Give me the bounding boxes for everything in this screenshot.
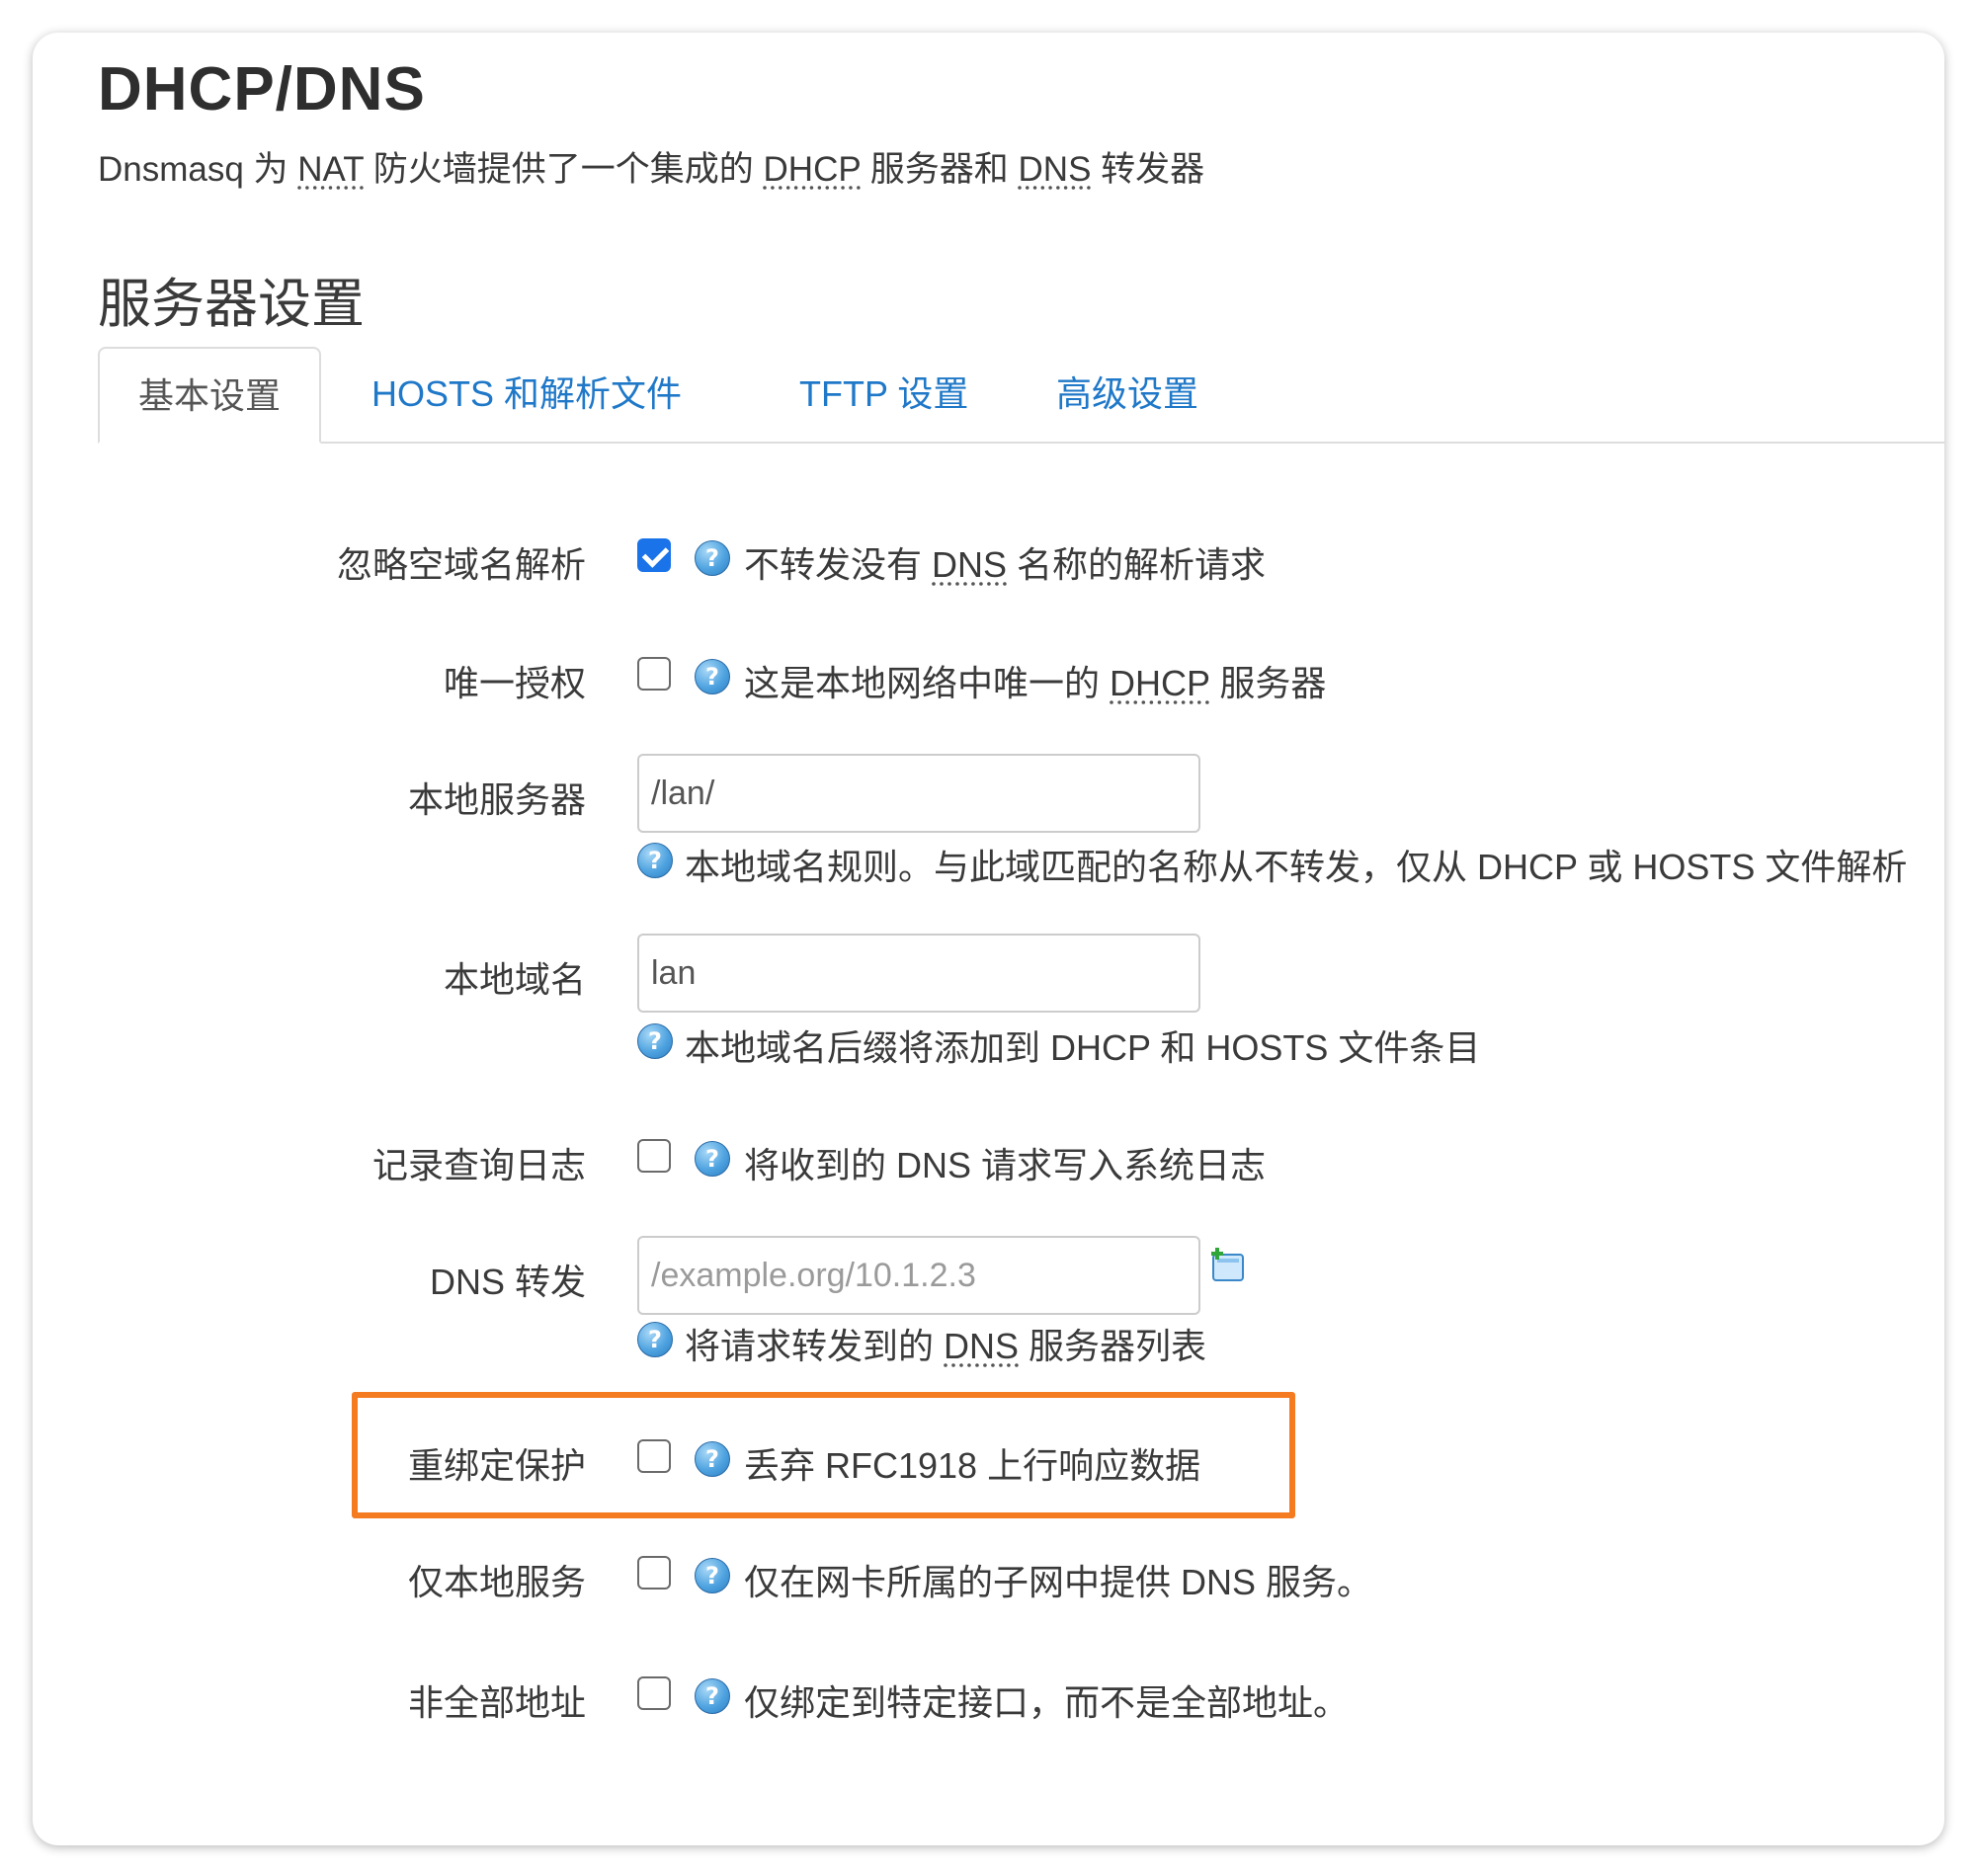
domain-needed-help: 不转发没有 DNS 名称的解析请求 xyxy=(744,536,1266,588)
help-question-icon: ? xyxy=(637,843,673,878)
dns-forwarding-input[interactable]: /example.org/10.1.2.3 xyxy=(637,1236,1200,1315)
abbr-dhcp: DHCP xyxy=(763,150,862,189)
add-entry-icon[interactable] xyxy=(1208,1246,1248,1285)
rebind-protection-help: 丢弃 RFC1918 上行响应数据 xyxy=(744,1445,1201,1486)
help-text-part: 服务器 xyxy=(1209,663,1327,703)
label-log-queries: 记录查询日志 xyxy=(371,1145,586,1185)
label-authoritative: 唯一授权 xyxy=(443,663,586,703)
tab-tftp-settings[interactable]: TFTP 设置 xyxy=(799,347,968,442)
help-question-icon: ? xyxy=(695,540,730,576)
log-queries-help: 将收到的 DNS 请求写入系统日志 xyxy=(744,1145,1267,1185)
help-text-part: 这是本地网络中唯一的 xyxy=(744,663,1111,703)
desc-text: Dnsmasq 为 xyxy=(98,150,298,189)
desc-text: 服务器和 xyxy=(861,150,1019,189)
help-question-icon: ? xyxy=(695,1678,730,1714)
local-server-help: 本地域名规则。与此域匹配的名称从不转发，仅从 DHCP 或 HOSTS 文件解析 xyxy=(685,847,1908,887)
abbr-nat: NAT xyxy=(297,150,365,189)
tab-advanced-settings[interactable]: 高级设置 xyxy=(1056,347,1198,442)
abbr-dns: DNS xyxy=(932,544,1008,585)
abbr-dns: DNS xyxy=(1018,150,1092,189)
tab-hosts-resolv-files[interactable]: HOSTS 和解析文件 xyxy=(371,347,682,442)
page-title: DHCP/DNS xyxy=(98,55,426,123)
page-description: Dnsmasq 为 NAT 防火墙提供了一个集成的 DHCP 服务器和 DNS … xyxy=(98,141,1204,192)
authoritative-help: 这是本地网络中唯一的 DHCP 服务器 xyxy=(744,655,1326,706)
label-local-service: 仅本地服务 xyxy=(407,1562,586,1602)
label-dns-forwarding: DNS 转发 xyxy=(429,1262,586,1302)
abbr-dns: DNS xyxy=(944,1326,1020,1366)
local-server-input[interactable]: /lan/ xyxy=(637,754,1200,833)
help-text-part: 将请求转发到的 xyxy=(685,1326,945,1366)
dns-forwarding-help: 将请求转发到的 DNS 服务器列表 xyxy=(685,1318,1206,1369)
help-question-icon: ? xyxy=(695,659,730,694)
tab-basic-settings[interactable]: 基本设置 xyxy=(98,347,321,444)
abbr-dhcp: DHCP xyxy=(1110,663,1210,703)
help-question-icon: ? xyxy=(695,1558,730,1593)
local-service-help: 仅在网卡所属的子网中提供 DNS 服务。 xyxy=(744,1562,1373,1602)
desc-text: 防火墙提供了一个集成的 xyxy=(364,150,764,189)
local-domain-input[interactable]: lan xyxy=(637,934,1200,1013)
help-question-icon: ? xyxy=(695,1441,730,1477)
help-text-part: 服务器列表 xyxy=(1019,1326,1207,1366)
tab-bar: 基本设置 HOSTS 和解析文件 TFTP 设置 高级设置 xyxy=(98,347,1944,444)
label-non-wildcard: 非全部地址 xyxy=(407,1682,586,1723)
help-text-part: 名称的解析请求 xyxy=(1007,544,1267,585)
non-wildcard-help: 仅绑定到特定接口，而不是全部地址。 xyxy=(744,1682,1350,1723)
local-domain-help: 本地域名后缀将添加到 DHCP 和 HOSTS 文件条目 xyxy=(685,1027,1481,1068)
domain-needed-checkbox[interactable] xyxy=(637,538,671,572)
local-service-checkbox[interactable] xyxy=(637,1556,671,1590)
label-local-domain: 本地域名 xyxy=(443,959,586,1000)
label-domain-needed: 忽略空域名解析 xyxy=(336,544,586,585)
desc-text: 转发器 xyxy=(1091,150,1205,189)
log-queries-checkbox[interactable] xyxy=(637,1139,671,1173)
rebind-protection-checkbox[interactable] xyxy=(637,1439,671,1473)
help-text-part: 不转发没有 xyxy=(744,544,933,585)
settings-card: DHCP/DNS Dnsmasq 为 NAT 防火墙提供了一个集成的 DHCP … xyxy=(33,33,1944,1845)
label-rebind-protection: 重绑定保护 xyxy=(407,1445,586,1486)
help-question-icon: ? xyxy=(637,1322,673,1357)
help-question-icon: ? xyxy=(637,1023,673,1059)
section-title: 服务器设置 xyxy=(98,275,365,334)
label-local-server: 本地服务器 xyxy=(407,779,586,820)
non-wildcard-checkbox[interactable] xyxy=(637,1676,671,1710)
help-question-icon: ? xyxy=(695,1141,730,1177)
authoritative-checkbox[interactable] xyxy=(637,657,671,691)
